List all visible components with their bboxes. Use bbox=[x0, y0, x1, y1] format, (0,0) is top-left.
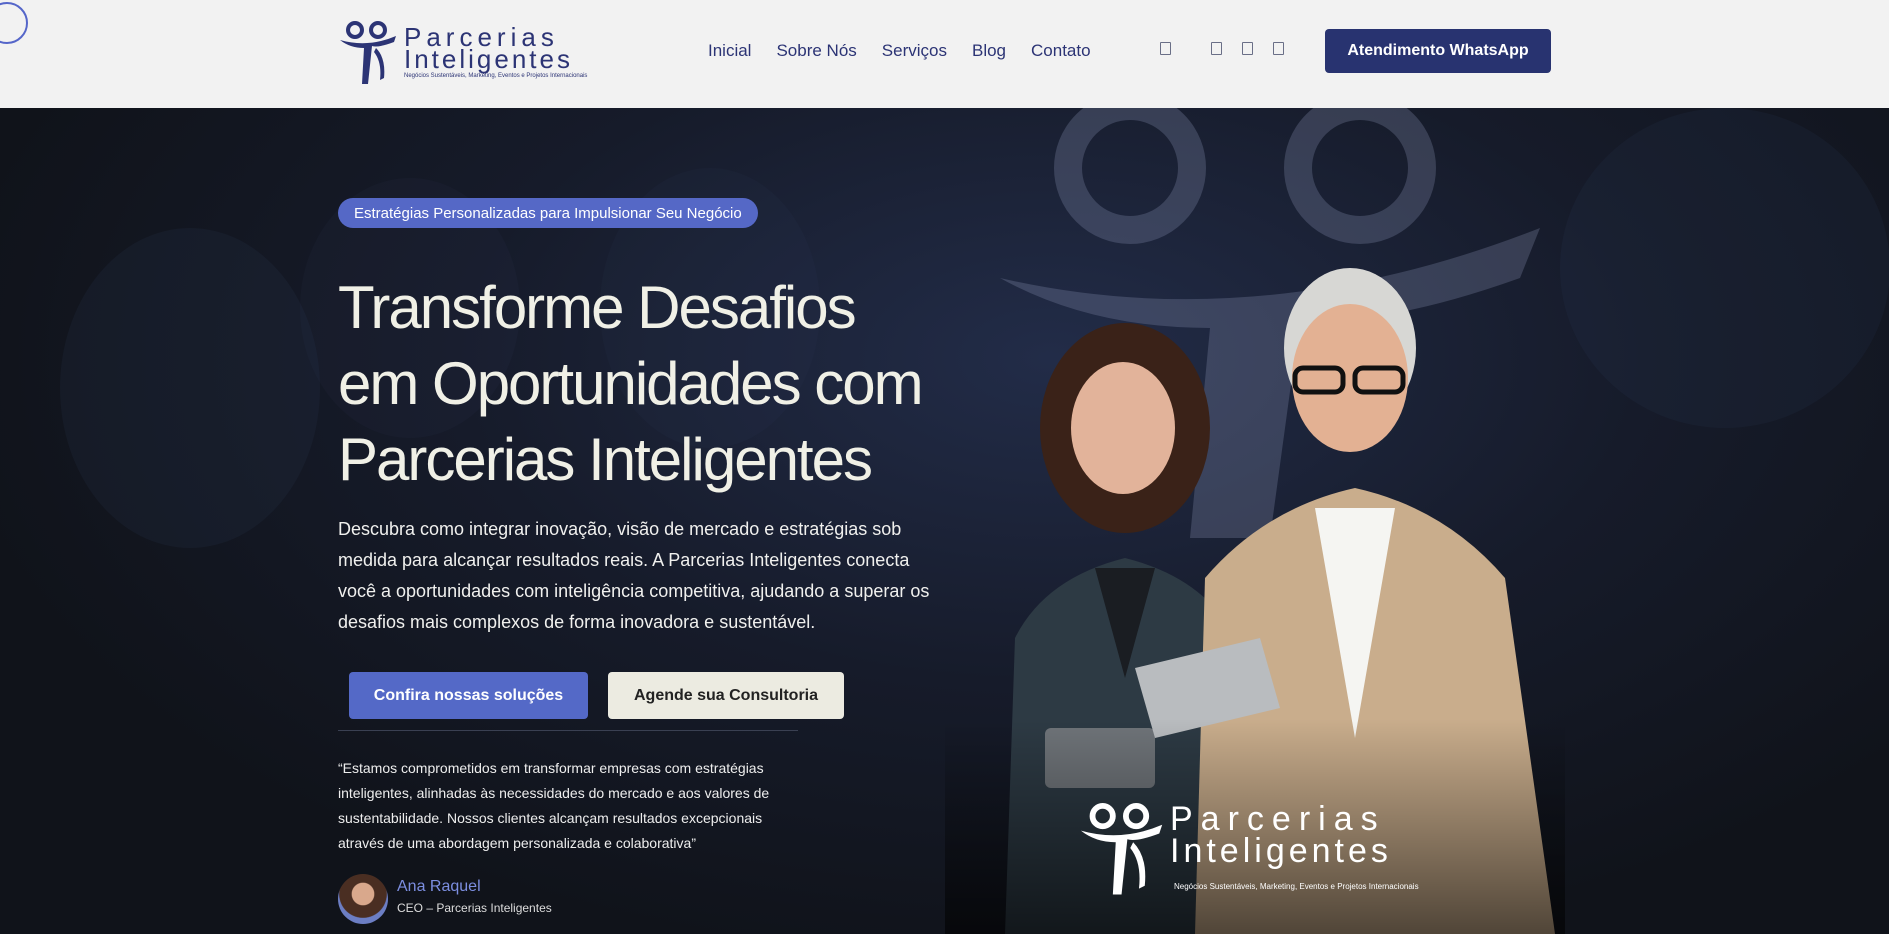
photo-logo-tagline: Negócios Sustentáveis, Marketing, Evento… bbox=[1174, 882, 1419, 891]
social-links bbox=[1160, 42, 1284, 55]
solutions-button[interactable]: Confira nossas soluções bbox=[349, 672, 588, 719]
logo-mark-icon bbox=[1080, 802, 1163, 895]
nav-servicos[interactable]: Serviços bbox=[882, 41, 947, 61]
photo-logo-word-2: Inteligentes bbox=[1170, 832, 1392, 870]
headline-line-1: Transforme Desafios bbox=[338, 274, 857, 341]
instagram-icon[interactable] bbox=[1211, 42, 1222, 55]
youtube-icon[interactable] bbox=[1273, 42, 1284, 55]
nav-contato[interactable]: Contato bbox=[1031, 41, 1091, 61]
background-person bbox=[1560, 108, 1889, 428]
photo-logo: Parcerias Inteligentes Negócios Sustentá… bbox=[1078, 798, 1458, 908]
hero-badge: Estratégias Personalizadas para Impulsio… bbox=[338, 198, 758, 228]
hero-section: Estratégias Personalizadas para Impulsio… bbox=[0, 108, 1889, 934]
whatsapp-button[interactable]: Atendimento WhatsApp bbox=[1325, 29, 1551, 73]
consulting-button[interactable]: Agende sua Consultoria bbox=[608, 672, 844, 719]
nav-inicial[interactable]: Inicial bbox=[708, 41, 751, 61]
logo-tagline: Negócios Sustentáveis, Marketing, Evento… bbox=[404, 73, 588, 79]
avatar bbox=[338, 874, 388, 924]
circle-icon bbox=[0, 2, 28, 44]
site-header: Parcerias Inteligentes Negócios Sustentá… bbox=[0, 0, 1889, 108]
testimonial-quote: “Estamos comprometidos em transformar em… bbox=[338, 760, 770, 851]
nav-sobre-nos[interactable]: Sobre Nós bbox=[776, 41, 856, 61]
facebook-icon[interactable] bbox=[1160, 42, 1171, 55]
hero-headline: Transforme Desafios em Oportunidades com… bbox=[338, 270, 958, 498]
author-name: Ana Raquel bbox=[397, 878, 481, 895]
logo-word-2: Inteligentes bbox=[404, 44, 573, 74]
headline-line-2: em Oportunidades com bbox=[338, 350, 924, 417]
linkedin-icon[interactable] bbox=[1242, 42, 1253, 55]
hero-subtext: Descubra como integrar inovação, visão d… bbox=[338, 519, 930, 632]
site-logo[interactable]: Parcerias Inteligentes Negócios Sustentá… bbox=[338, 18, 587, 86]
author-role: CEO – Parcerias Inteligentes bbox=[397, 901, 552, 915]
nav-blog[interactable]: Blog bbox=[972, 41, 1006, 61]
background-person bbox=[60, 228, 320, 548]
main-nav: Inicial Sobre Nós Serviços Blog Contato bbox=[708, 41, 1091, 61]
headline-line-3: Parcerias Inteligentes bbox=[338, 426, 873, 493]
divider bbox=[338, 730, 798, 731]
logo-mark-icon bbox=[340, 21, 396, 84]
